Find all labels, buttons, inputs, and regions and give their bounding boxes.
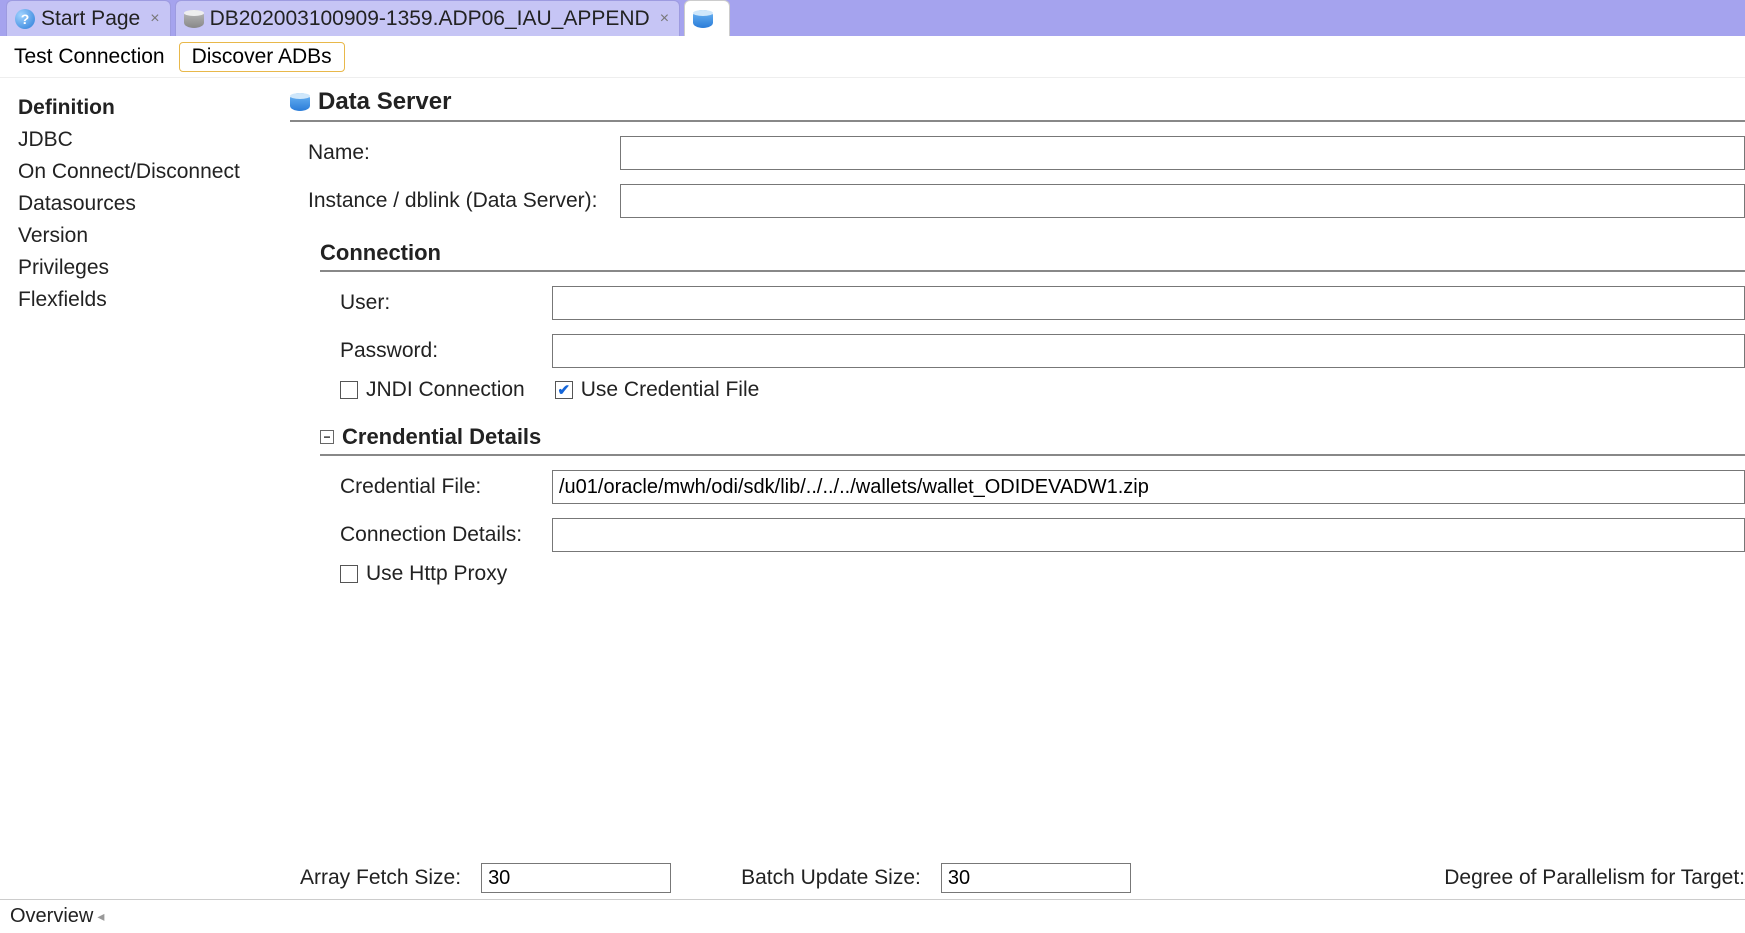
- sidebar-item-version[interactable]: Version: [18, 220, 262, 252]
- instance-input[interactable]: [620, 184, 1745, 218]
- jndi-connection-checkbox[interactable]: JNDI Connection: [340, 378, 525, 402]
- credential-file-input[interactable]: [552, 470, 1745, 504]
- connection-details-input[interactable]: [552, 518, 1745, 552]
- sidebar-item-jdbc[interactable]: JDBC: [18, 124, 262, 156]
- close-icon[interactable]: ×: [150, 10, 159, 28]
- user-label: User:: [340, 291, 540, 315]
- use-credential-file-checkbox[interactable]: Use Credential File: [555, 378, 760, 402]
- name-input[interactable]: [620, 136, 1745, 170]
- main-panel: Data Server Name: Instance / dblink (Dat…: [280, 78, 1745, 899]
- instance-label: Instance / dblink (Data Server):: [308, 189, 608, 213]
- database-icon: [290, 93, 310, 111]
- batch-update-input[interactable]: [941, 863, 1131, 893]
- sidebar-item-connect-disconnect[interactable]: On Connect/Disconnect: [18, 156, 262, 188]
- checkbox-label: Use Http Proxy: [366, 562, 507, 586]
- heading-text: Connection: [320, 240, 441, 266]
- password-input[interactable]: [552, 334, 1745, 368]
- name-label: Name:: [308, 141, 608, 165]
- tab-bar: ? Start Page × DB202003100909-1359.ADP06…: [0, 0, 1745, 36]
- sidebar-item-datasources[interactable]: Datasources: [18, 188, 262, 220]
- help-icon: ?: [15, 9, 35, 29]
- collapse-icon[interactable]: −: [320, 430, 334, 444]
- tab-new-dataserver[interactable]: [684, 0, 730, 36]
- connection-details-label: Connection Details:: [340, 523, 540, 547]
- array-fetch-input[interactable]: [481, 863, 671, 893]
- use-http-proxy-checkbox[interactable]: Use Http Proxy: [340, 562, 507, 586]
- credential-file-label: Credential File:: [340, 475, 540, 499]
- heading-text: Crendential Details: [342, 424, 541, 450]
- sidebar: Definition JDBC On Connect/Disconnect Da…: [0, 78, 280, 899]
- resize-handle-icon[interactable]: ◂: [97, 908, 104, 925]
- tab-label: Start Page: [41, 7, 140, 31]
- checkbox-label: JNDI Connection: [366, 378, 525, 402]
- tab-start-page[interactable]: ? Start Page ×: [6, 0, 171, 36]
- bottom-settings-row: Array Fetch Size: Batch Update Size: Deg…: [300, 863, 1745, 893]
- heading-text: Data Server: [318, 88, 451, 116]
- batch-update-label: Batch Update Size:: [741, 866, 921, 890]
- checkbox-label: Use Credential File: [581, 378, 760, 402]
- sidebar-item-flexfields[interactable]: Flexfields: [18, 284, 262, 316]
- data-server-heading: Data Server: [290, 88, 1745, 122]
- checkbox-icon: [555, 381, 573, 399]
- database-icon: [184, 10, 204, 28]
- connection-heading: Connection: [320, 236, 1745, 272]
- status-bar: Overview ◂: [0, 899, 1745, 933]
- sidebar-item-definition[interactable]: Definition: [18, 92, 262, 124]
- close-icon[interactable]: ×: [660, 10, 669, 28]
- checkbox-icon: [340, 381, 358, 399]
- array-fetch-label: Array Fetch Size:: [300, 866, 461, 890]
- checkbox-icon: [340, 565, 358, 583]
- dop-label: Degree of Parallelism for Target:: [1444, 866, 1745, 890]
- discover-adbs-button[interactable]: Discover ADBs: [179, 42, 345, 72]
- sidebar-item-privileges[interactable]: Privileges: [18, 252, 262, 284]
- tab-label: DB202003100909-1359.ADP06_IAU_APPEND: [210, 7, 650, 31]
- test-connection-button[interactable]: Test Connection: [10, 43, 169, 71]
- toolbar: Test Connection Discover ADBs: [0, 36, 1745, 78]
- database-icon: [693, 10, 713, 28]
- password-label: Password:: [340, 339, 540, 363]
- tab-db-append[interactable]: DB202003100909-1359.ADP06_IAU_APPEND ×: [175, 0, 680, 36]
- credential-details-heading: − Crendential Details: [320, 420, 1745, 456]
- user-input[interactable]: [552, 286, 1745, 320]
- overview-tab[interactable]: Overview: [10, 905, 93, 928]
